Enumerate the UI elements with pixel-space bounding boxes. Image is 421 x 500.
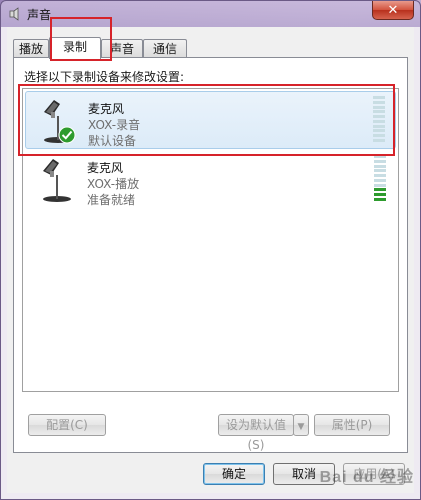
recording-panel: 选择以下录制设备来修改设置: 麦克风 XOX-录音 默认设备 麦克风 XOX-播…	[13, 57, 408, 453]
meter-segment	[373, 134, 385, 138]
meter-segment	[374, 193, 386, 197]
meter-segment	[374, 198, 386, 201]
close-icon: ✕	[387, 2, 399, 18]
meter-segment	[374, 174, 386, 178]
tab-communications[interactable]: 通信	[143, 39, 187, 57]
meter-segment	[374, 188, 386, 192]
device-item-microphone-record[interactable]: 麦克风 XOX-录音 默认设备	[25, 91, 396, 149]
device-name: 麦克风	[87, 161, 124, 175]
meter-segment	[373, 105, 385, 109]
meter-segment	[373, 96, 385, 99]
meter-segment	[374, 155, 386, 158]
meter-segment	[373, 100, 385, 104]
microphone-icon	[43, 159, 71, 202]
meter-segment	[373, 129, 385, 133]
window-title: 声音	[27, 8, 52, 22]
device-subtitle: XOX-播放	[87, 177, 140, 191]
dialog-client-area: 播放 录制 声音 通信 选择以下录制设备来修改设置: 麦克风 XOX-录音 默认…	[7, 17, 414, 493]
meter-segment	[374, 183, 386, 187]
ok-button[interactable]: 确定	[203, 463, 265, 485]
meter-segment	[374, 164, 386, 168]
instruction-text: 选择以下录制设备来修改设置:	[24, 70, 185, 84]
chevron-down-icon: ▼	[297, 422, 305, 432]
meter-segment	[374, 178, 386, 182]
watermark: Bai du 经验	[319, 469, 414, 486]
meter-segment	[373, 110, 385, 114]
meter-segment	[374, 169, 386, 173]
configure-button[interactable]: 配置(C)	[28, 414, 106, 436]
device-name: 麦克风	[88, 102, 125, 116]
level-meter	[373, 96, 385, 142]
device-list[interactable]: 麦克风 XOX-录音 默认设备 麦克风 XOX-播放 准备就绪	[22, 88, 399, 392]
tab-sounds[interactable]: 声音	[101, 39, 143, 57]
sound-dialog-window: 声音 ✕ 播放 录制 声音 通信 选择以下录制设备来修改设置: 麦克风 XOX-…	[0, 0, 421, 500]
meter-segment	[373, 115, 385, 119]
set-default-button[interactable]: 设为默认值(S)	[218, 414, 294, 452]
meter-segment	[373, 124, 385, 128]
device-status: 准备就绪	[87, 193, 136, 207]
default-check-icon	[58, 126, 76, 144]
meter-segment	[373, 119, 385, 123]
device-subtitle: XOX-录音	[88, 118, 141, 132]
device-status: 默认设备	[88, 134, 137, 148]
properties-button[interactable]: 属性(P)	[314, 414, 390, 436]
meter-segment	[374, 159, 386, 163]
level-meter	[374, 155, 386, 201]
close-button[interactable]: ✕	[372, 1, 414, 20]
device-item-microphone-playback[interactable]: 麦克风 XOX-播放 准备就绪	[25, 151, 396, 209]
speaker-icon	[9, 7, 19, 21]
meter-segment	[373, 139, 385, 142]
tab-playback[interactable]: 播放	[13, 39, 49, 57]
title-bar[interactable]: 声音 ✕	[1, 1, 420, 27]
set-default-dropdown[interactable]: ▼	[293, 414, 309, 436]
tab-recording[interactable]: 录制	[49, 37, 101, 59]
